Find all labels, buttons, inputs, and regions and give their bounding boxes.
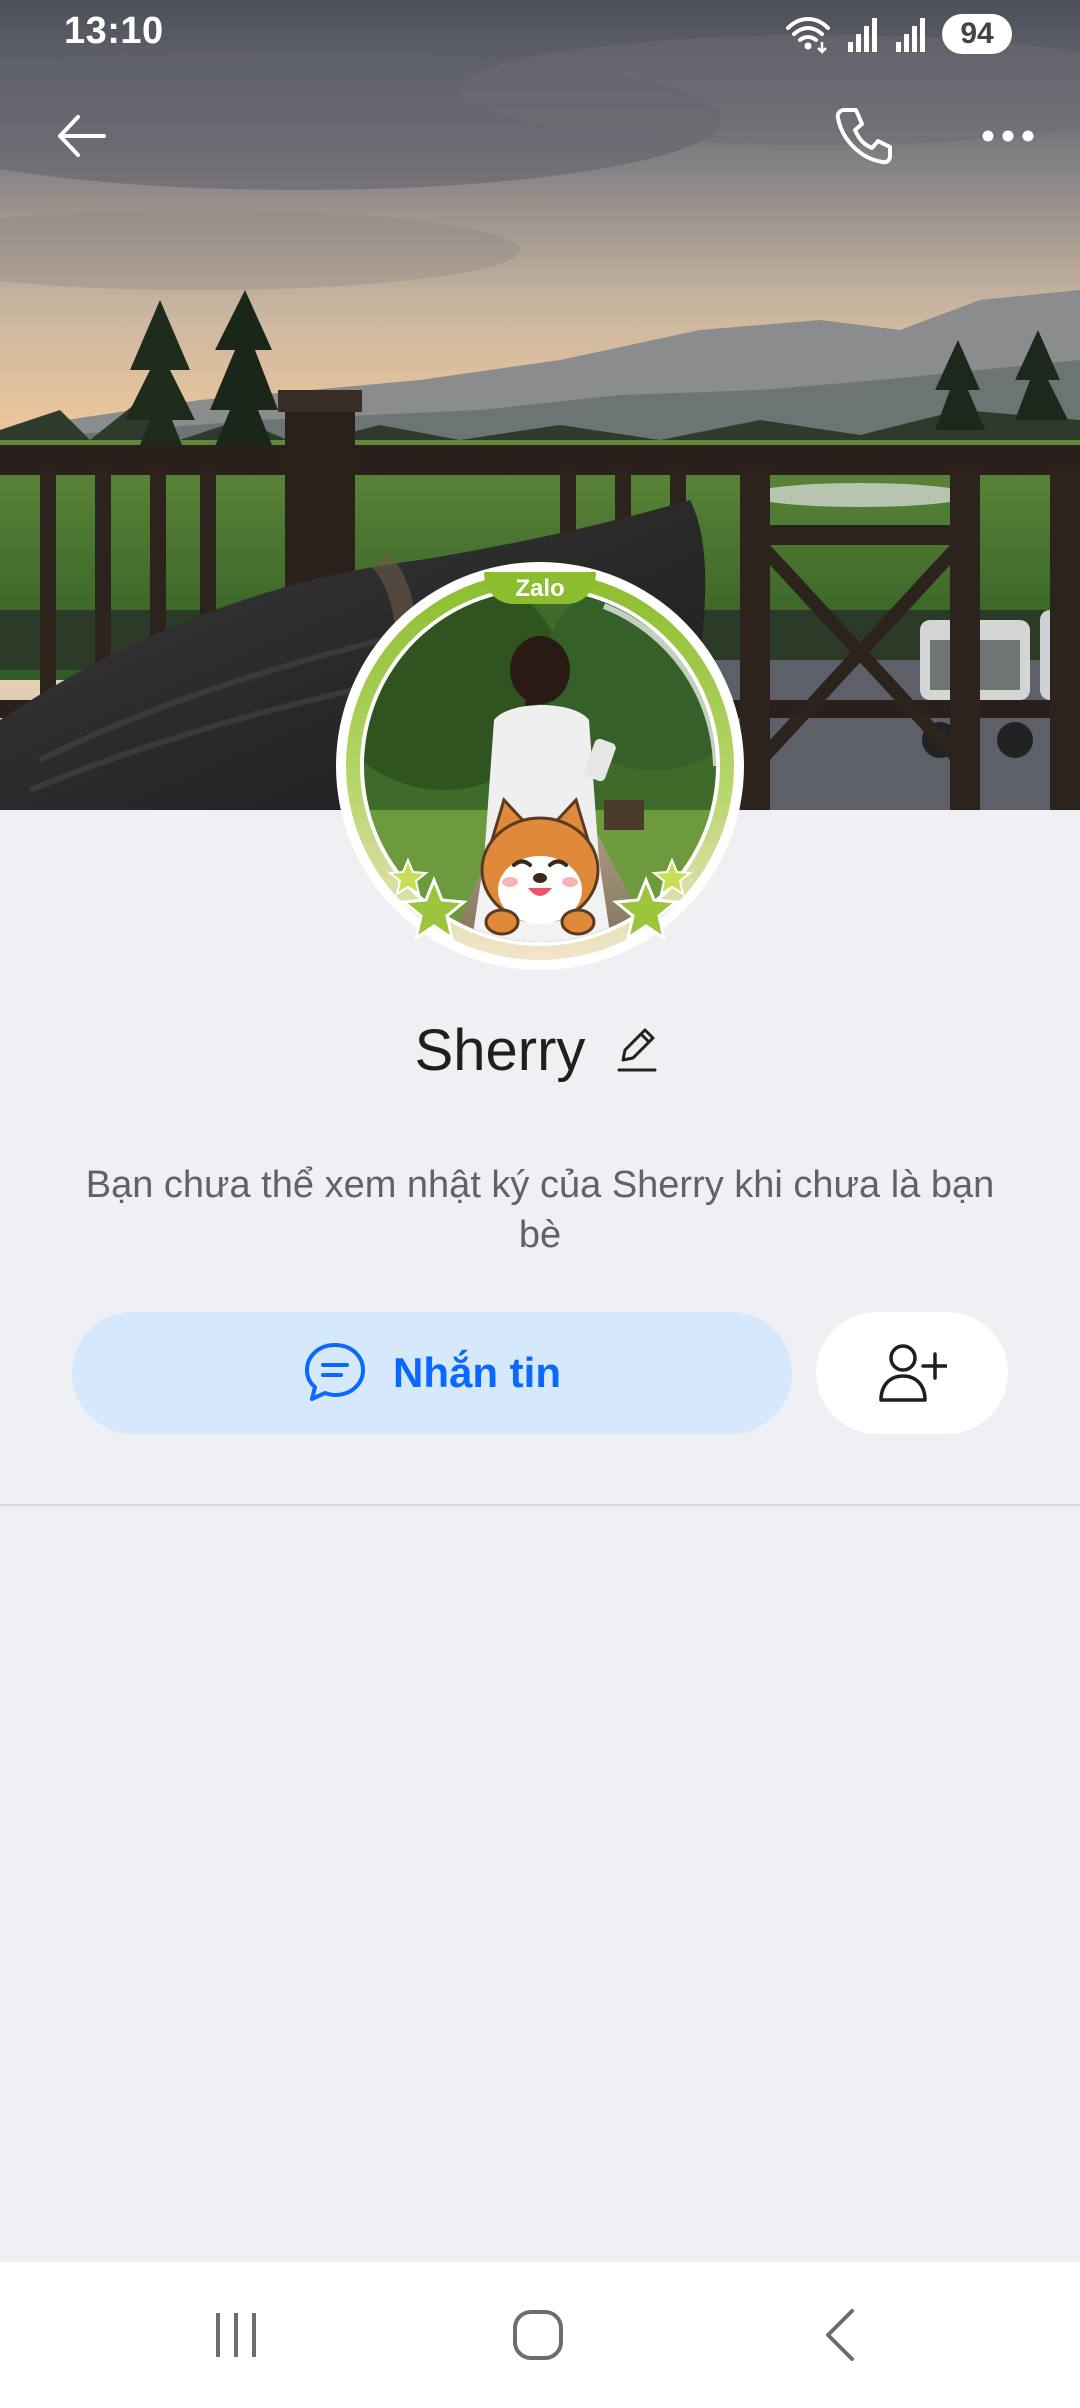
message-button-label: Nhắn tin xyxy=(393,1349,561,1396)
profile-name-row: Sherry xyxy=(0,1010,1080,1090)
home-button[interactable] xyxy=(478,2280,598,2390)
recent-apps-button[interactable] xyxy=(176,2280,296,2390)
status-bar: 13:10 94 xyxy=(0,0,1080,70)
privacy-note: Bạn chưa thể xem nhật ký của Sherry khi … xyxy=(85,1164,995,1256)
system-navigation-bar xyxy=(0,2262,1080,2408)
shiba-dog-sticker xyxy=(480,797,600,936)
pencil-icon xyxy=(617,1028,657,1072)
chat-bubble-icon xyxy=(305,1343,365,1401)
add-user-icon xyxy=(879,1344,947,1402)
section-divider xyxy=(0,1504,1080,1506)
profile-name: Sherry xyxy=(414,1017,586,1083)
back-button[interactable] xyxy=(34,88,130,184)
signal-icon xyxy=(848,18,877,52)
phone-icon xyxy=(835,108,892,165)
status-icons: 94 xyxy=(784,14,1012,54)
signal-icon xyxy=(896,18,925,52)
wifi-icon xyxy=(786,17,830,54)
more-horizontal-icon xyxy=(982,130,1034,142)
home-icon xyxy=(513,2310,563,2360)
add-friend-button[interactable] xyxy=(816,1312,1008,1434)
avatar[interactable]: Zalo xyxy=(334,560,746,972)
arrow-left-icon xyxy=(58,115,106,157)
edit-name-button[interactable] xyxy=(609,1022,665,1078)
message-button[interactable]: Nhắn tin xyxy=(72,1312,792,1434)
system-back-button[interactable] xyxy=(780,2280,900,2390)
avatar-frame-label: Zalo xyxy=(515,575,564,602)
call-button[interactable] xyxy=(816,88,912,184)
avatar-image: Zalo xyxy=(336,562,744,970)
back-chevron-icon xyxy=(826,2309,854,2361)
recent-apps-icon xyxy=(216,2313,256,2357)
battery-indicator: 94 xyxy=(942,14,1012,54)
status-time: 13:10 xyxy=(64,10,164,52)
more-button[interactable] xyxy=(960,88,1056,184)
